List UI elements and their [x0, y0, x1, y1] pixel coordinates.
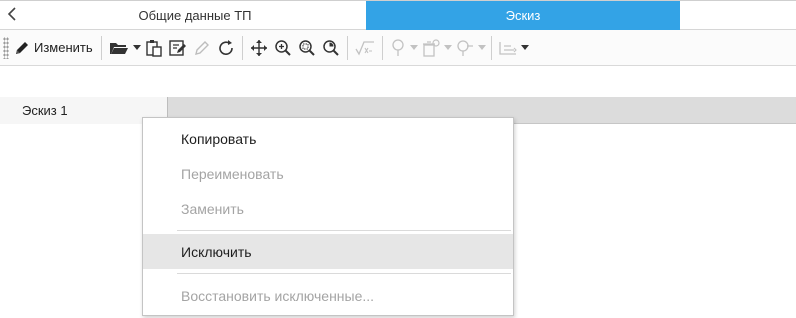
toolbar-separator [490, 35, 492, 60]
layout-dropdown-caret[interactable] [520, 34, 530, 62]
check-formula-button[interactable] [352, 34, 378, 62]
paste-icon [145, 39, 163, 57]
menu-item-restore-excluded[interactable]: Восстановить исключенные... [143, 278, 513, 313]
zoom-window-icon [298, 39, 316, 57]
probe-dropdown-caret[interactable] [409, 34, 419, 62]
tab-sketch[interactable]: Эскиз [366, 1, 680, 30]
back-button[interactable] [0, 1, 24, 30]
layout-icon [498, 39, 517, 57]
zoom-in-icon [274, 39, 292, 57]
check-formula-icon [355, 39, 375, 57]
tool-button[interactable] [453, 34, 477, 62]
sheet-tab-label: Эскиз 1 [22, 103, 68, 118]
toolbar-separator [346, 35, 348, 60]
menu-separator [177, 273, 511, 274]
brush-icon [193, 39, 211, 57]
edit-document-icon [168, 39, 187, 57]
menu-separator [177, 230, 511, 231]
toolbar-separator [241, 35, 243, 60]
edit-document-button[interactable] [166, 34, 190, 62]
edit-button[interactable]: Изменить [12, 34, 97, 62]
menu-item-copy[interactable]: Копировать [143, 121, 513, 156]
toolbar-separator [381, 35, 383, 60]
zoom-in-button[interactable] [271, 34, 295, 62]
open-button[interactable] [106, 34, 132, 62]
refresh-button[interactable] [214, 34, 238, 62]
edit-button-label: Изменить [34, 40, 93, 55]
move-icon [250, 39, 268, 57]
toolbar-separator [100, 35, 102, 60]
chevron-left-icon [7, 7, 17, 24]
brush-button[interactable] [190, 34, 214, 62]
menu-item-exclude[interactable]: Исключить [143, 234, 513, 269]
context-menu: Копировать Переименовать Заменить Исключ… [142, 117, 514, 316]
top-tab-bar: Общие данные ТП Эскиз [0, 0, 796, 30]
tool-icon [456, 39, 474, 57]
pencil-icon [14, 40, 30, 56]
tool-dropdown-caret[interactable] [477, 34, 487, 62]
delete-tool-dropdown-caret[interactable] [443, 34, 453, 62]
paste-button[interactable] [142, 34, 166, 62]
menu-item-replace[interactable]: Заменить [143, 191, 513, 226]
probe-button[interactable] [387, 34, 409, 62]
toolbar-grip[interactable] [3, 36, 9, 59]
zoom-fit-icon [322, 39, 340, 57]
layout-button[interactable] [496, 34, 520, 62]
zoom-fit-button[interactable] [319, 34, 343, 62]
open-dropdown-caret[interactable] [132, 34, 142, 62]
refresh-icon [217, 39, 235, 57]
move-button[interactable] [247, 34, 271, 62]
probe-icon [390, 38, 406, 57]
folder-open-icon [109, 40, 129, 56]
zoom-window-button[interactable] [295, 34, 319, 62]
delete-tool-button[interactable] [419, 34, 443, 62]
toolbar: Изменить [0, 30, 796, 66]
tab-general-data[interactable]: Общие данные ТП [24, 1, 366, 30]
delete-tool-icon [422, 38, 440, 57]
menu-item-rename[interactable]: Переименовать [143, 156, 513, 191]
